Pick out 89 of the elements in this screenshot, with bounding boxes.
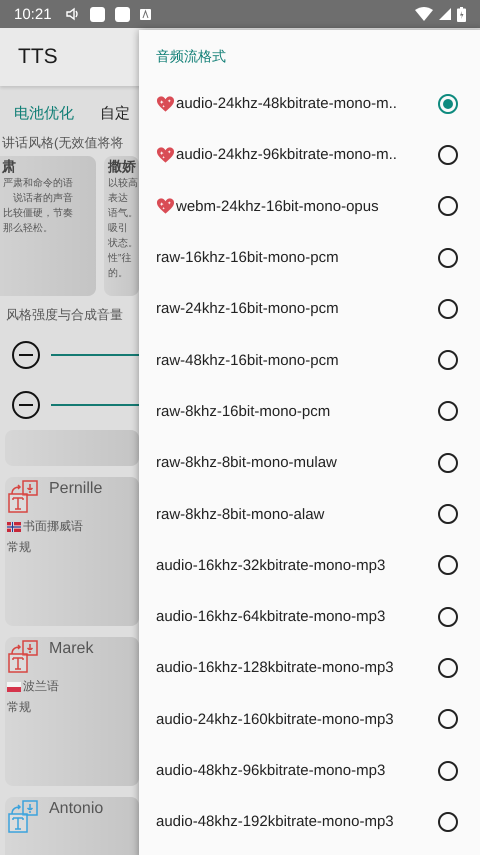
format-label: raw-16khz-16bit-mono-pcm: [156, 249, 339, 266]
style-card[interactable]: 撒娇 以较高 表达 语气。 吸引 状态。 性”往 的。: [104, 156, 139, 296]
format-label: audio-24khz-96kbitrate-mono-m..: [176, 146, 397, 164]
format-label: audio-16khz-64kbitrate-mono-mp3: [156, 608, 386, 626]
signal-icon: [439, 8, 451, 20]
format-label: raw-8khz-8bit-mono-mulaw: [156, 454, 337, 472]
style-description: 那么轻松。: [2, 222, 54, 236]
sparkling-heart-icon: [156, 197, 175, 216]
format-label: audio-24khz-160kbitrate-mono-mp3: [156, 710, 394, 728]
radio-button[interactable]: [438, 350, 458, 370]
radio-button[interactable]: [438, 812, 458, 832]
sparkling-heart-icon: [156, 94, 175, 113]
format-option[interactable]: audio-24khz-160kbitrate-mono-mp3: [156, 710, 438, 728]
format-label: webm-24khz-16bit-mono-opus: [176, 198, 379, 215]
minus-icon[interactable]: [11, 390, 41, 420]
sparkling-heart-icon: [156, 146, 175, 164]
format-option[interactable]: raw-24khz-16bit-mono-pcm: [156, 300, 438, 318]
format-option[interactable]: raw-8khz-8bit-mono-mulaw: [156, 454, 438, 472]
app-title: TTS: [18, 45, 58, 69]
format-label: audio-16khz-128kbitrate-mono-mp3: [156, 659, 394, 676]
format-option[interactable]: raw-8khz-8bit-mono-alaw: [156, 506, 438, 523]
format-option[interactable]: raw-48khz-16bit-mono-pcm: [156, 352, 438, 369]
keyboard-icon: [140, 8, 151, 20]
format-option[interactable]: audio-16khz-32kbitrate-mono-mp3: [156, 556, 438, 574]
voice-name: Antonio: [49, 800, 104, 819]
voice-card[interactable]: Pernille 书面挪威语 常规: [5, 477, 139, 626]
radio-button[interactable]: [438, 709, 458, 730]
language-label: 书面挪威语: [23, 518, 83, 535]
format-option[interactable]: audio-24khz-96kbitrate-mono-m..: [156, 146, 438, 164]
format-label: audio-16khz-32kbitrate-mono-mp3: [156, 556, 386, 574]
style-title: 肃: [0, 158, 17, 176]
style-description: 语气。: [108, 207, 135, 221]
radio-button[interactable]: [438, 452, 458, 473]
radio-button[interactable]: [438, 248, 458, 268]
format-option[interactable]: audio-48khz-96kbitrate-mono-mp3: [156, 762, 438, 779]
volume-icon: [66, 7, 80, 21]
format-option[interactable]: audio-16khz-128kbitrate-mono-mp3: [156, 659, 438, 676]
style-description: 比较僵硬，节奏: [2, 206, 74, 221]
voice-card[interactable]: Antonio: [5, 797, 139, 855]
minus-icon[interactable]: [11, 340, 41, 370]
tab[interactable]: 自定: [100, 104, 130, 128]
format-label: audio-48khz-192kbitrate-mono-mp3: [156, 813, 394, 830]
radio-button[interactable]: [438, 298, 458, 319]
style-description: 说话者的声音: [12, 192, 74, 206]
style-card[interactable]: 肃 严肃和命令的语 说话者的声音 比较僵硬，节奏 那么轻松。: [0, 156, 96, 296]
battery-icon: [457, 6, 466, 22]
radio-button[interactable]: [438, 658, 458, 678]
radio-button[interactable]: [438, 606, 458, 627]
status-time: 10:21: [14, 6, 52, 22]
radio-button[interactable]: [438, 504, 458, 524]
radio-button[interactable]: [438, 555, 458, 576]
voice-card[interactable]: Marek 波兰语 常规: [5, 637, 139, 786]
style-description: 以较高: [108, 176, 135, 191]
dialog-title: 音频流格式: [155, 47, 227, 66]
voice-name: Marek: [49, 640, 94, 659]
wifi-icon: [415, 7, 433, 21]
format-label: raw-8khz-8bit-mono-alaw: [156, 506, 324, 523]
style-description: 表达: [108, 192, 129, 206]
format-label: raw-8khz-16bit-mono-pcm: [156, 402, 330, 420]
radio-button[interactable]: [438, 401, 458, 422]
format-option[interactable]: raw-8khz-16bit-mono-pcm: [156, 402, 438, 420]
format-option[interactable]: audio-24khz-48kbitrate-mono-m..: [156, 94, 438, 113]
section-heading: 风格强度与合成音量: [5, 306, 123, 324]
format-label: raw-48khz-16bit-mono-pcm: [156, 352, 339, 369]
notification-icon: [114, 6, 130, 22]
format-option[interactable]: audio-48khz-192kbitrate-mono-mp3: [156, 813, 438, 830]
format-label: audio-24khz-48kbitrate-mono-m..: [176, 95, 397, 112]
radio-button[interactable]: [438, 94, 458, 114]
format-label: audio-48khz-96kbitrate-mono-mp3: [156, 762, 386, 779]
style-description: 严肃和命令的语: [2, 176, 74, 191]
format-label: raw-24khz-16bit-mono-pcm: [156, 300, 339, 318]
radio-button[interactable]: [438, 144, 458, 165]
voice-style: 常规: [7, 539, 32, 556]
style-title: 撒娇: [108, 158, 135, 176]
radio-button[interactable]: [438, 760, 458, 780]
style-description: 吸引: [108, 222, 129, 236]
style-description: 状态。: [108, 236, 135, 251]
radio-button[interactable]: [438, 196, 458, 216]
voice-name: Pernille: [49, 480, 102, 499]
tab[interactable]: 电池优化: [14, 104, 74, 128]
format-option[interactable]: webm-24khz-16bit-mono-opus: [156, 197, 438, 216]
format-option[interactable]: raw-16khz-16bit-mono-pcm: [156, 249, 438, 266]
language-label: 波兰语: [23, 678, 59, 695]
voice-style: 常规: [7, 699, 32, 716]
style-description: 的。: [108, 267, 129, 281]
notification-icon: [90, 6, 105, 22]
section-heading: 讲话风格(无效值将将: [1, 134, 124, 152]
style-description: 性”往: [108, 252, 132, 266]
format-option[interactable]: audio-16khz-64kbitrate-mono-mp3: [156, 608, 438, 626]
